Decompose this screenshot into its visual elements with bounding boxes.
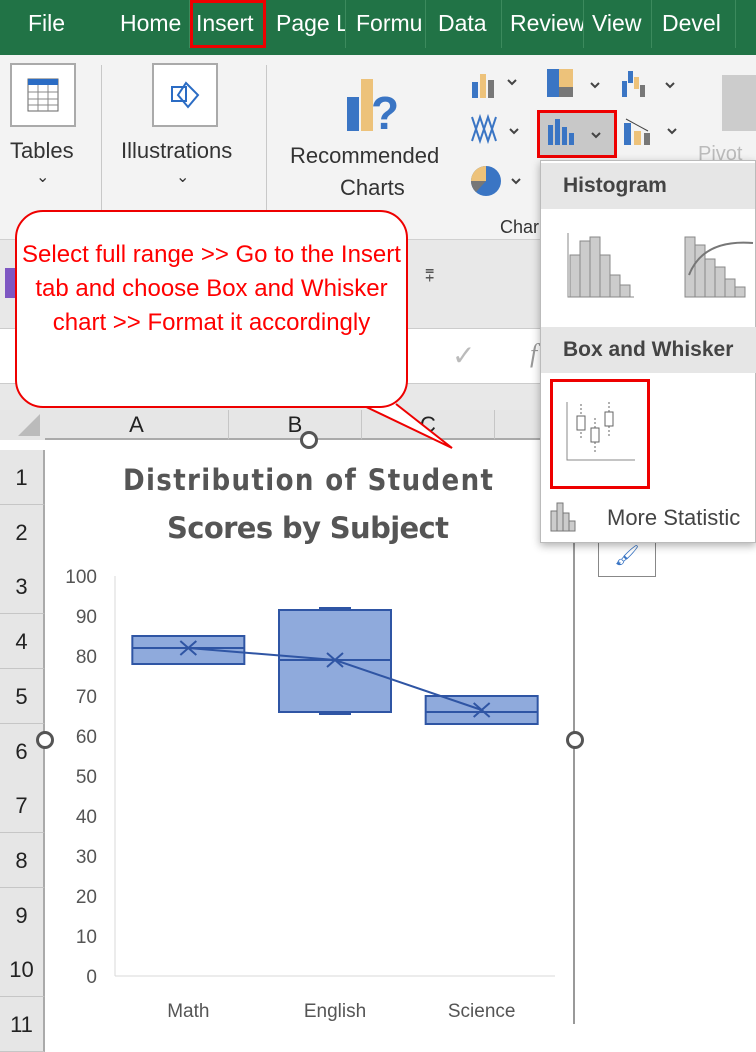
more-statistic-charts-icon[interactable] <box>549 499 583 538</box>
hierarchy-chart-icon[interactable] <box>545 67 605 106</box>
chart-area[interactable]: Distribution of Student Scores by Subjec… <box>45 440 575 1024</box>
row-header[interactable]: 5 <box>0 668 45 724</box>
box-whisker-heading: Box and Whisker <box>541 327 756 373</box>
row-header[interactable]: 9 <box>0 887 45 943</box>
tab-insert[interactable]: Insert <box>190 0 266 48</box>
tab-view[interactable]: View <box>586 0 652 48</box>
y-tick-label: 0 <box>86 967 97 988</box>
row-header[interactable]: 4 <box>0 614 45 670</box>
combo-chart-icon[interactable] <box>622 115 682 154</box>
y-tick-label: 40 <box>76 807 97 828</box>
tab-review[interactable]: Review <box>504 0 584 48</box>
box-whisker-option[interactable] <box>550 379 650 489</box>
tab-developer[interactable]: Devel <box>656 0 736 48</box>
recommended-charts-label[interactable]: Recommended <box>290 143 439 169</box>
pareto-option[interactable] <box>683 231 756 306</box>
row-header[interactable]: 1 <box>0 450 45 505</box>
y-tick-label: 80 <box>76 647 97 668</box>
y-tick-label: 50 <box>76 767 97 788</box>
y-tick-label: 10 <box>76 927 97 948</box>
enter-check-icon[interactable]: ✓ <box>452 339 475 372</box>
y-tick-label: 30 <box>76 847 97 868</box>
select-all-button[interactable] <box>0 410 45 440</box>
column-header-a[interactable]: A <box>45 410 229 440</box>
box-math <box>131 635 246 665</box>
svg-text:?: ? <box>371 87 399 133</box>
tables-icon[interactable] <box>10 63 76 127</box>
row-header[interactable]: 3 <box>0 559 45 615</box>
row-header[interactable]: 11 <box>0 997 45 1052</box>
tab-home[interactable]: Home <box>114 0 190 48</box>
chart-title-line1: Distribution of Student <box>123 463 493 497</box>
statistic-chart-dropdown: Histogram Box and Whisker More Statistic <box>540 160 756 543</box>
row-header[interactable]: 8 <box>0 832 45 888</box>
statistic-chart-button[interactable] <box>537 110 617 158</box>
histogram-heading: Histogram <box>541 163 755 209</box>
pie-chart-icon[interactable] <box>470 163 530 204</box>
recommended-charts-label-2[interactable]: Charts <box>340 175 405 201</box>
chart-title-line2: Scores by Subject <box>167 511 449 545</box>
y-tick-label: 90 <box>76 607 97 628</box>
x-tick-label: Math <box>167 1001 209 1022</box>
charts-group-label: Char <box>500 217 540 237</box>
function-icon[interactable]: f <box>530 339 537 369</box>
illustrations-icon[interactable] <box>152 63 218 127</box>
instruction-callout: Select full range >> Go to the Insert ta… <box>15 210 408 408</box>
recommended-charts-icon[interactable]: ? <box>345 73 405 139</box>
resize-handle[interactable] <box>300 431 318 449</box>
row-header[interactable]: 7 <box>0 778 45 834</box>
pivot-chart-icon[interactable] <box>722 75 756 131</box>
column-chart-icon[interactable] <box>470 70 520 105</box>
tab-page-layout[interactable]: Page L <box>270 0 346 48</box>
row-header[interactable]: 2 <box>0 504 45 560</box>
column-header-c[interactable]: C <box>362 410 495 440</box>
y-tick-label: 20 <box>76 887 97 908</box>
y-tick-label: 70 <box>76 687 97 708</box>
tab-data[interactable]: Data <box>432 0 502 48</box>
tables-label: Tables <box>10 138 74 163</box>
chevron-down-icon[interactable]: ⌄ <box>36 167 49 187</box>
resize-handle[interactable] <box>566 731 584 749</box>
column-header-b[interactable]: B <box>229 410 362 440</box>
row-header[interactable]: 6 <box>0 723 45 779</box>
more-statistic-charts-link[interactable]: More Statistic <box>607 505 740 531</box>
y-tick-label: 100 <box>65 567 97 588</box>
customize-quick-access-icon[interactable]: ⩱ <box>425 268 434 286</box>
waterfall-chart-icon[interactable] <box>620 67 680 106</box>
tab-formulas[interactable]: Formu <box>350 0 426 48</box>
chevron-down-icon[interactable]: ⌄ <box>176 167 189 187</box>
x-tick-label: Science <box>448 1001 516 1022</box>
line-chart-icon[interactable] <box>468 113 528 152</box>
ribbon-tabs: File Home Insert Page L Formu Data Revie… <box>0 0 756 55</box>
x-tick-label: English <box>304 1001 366 1022</box>
resize-handle[interactable] <box>36 731 54 749</box>
histogram-option[interactable] <box>566 231 638 306</box>
box-whisker-chart: Distribution of Student Scores by Subjec… <box>65 463 555 1022</box>
illustrations-label: Illustrations <box>121 138 233 163</box>
tab-file[interactable]: File <box>22 0 71 48</box>
y-tick-label: 60 <box>76 727 97 748</box>
row-header[interactable]: 10 <box>0 942 45 998</box>
app-icon <box>5 268 15 298</box>
